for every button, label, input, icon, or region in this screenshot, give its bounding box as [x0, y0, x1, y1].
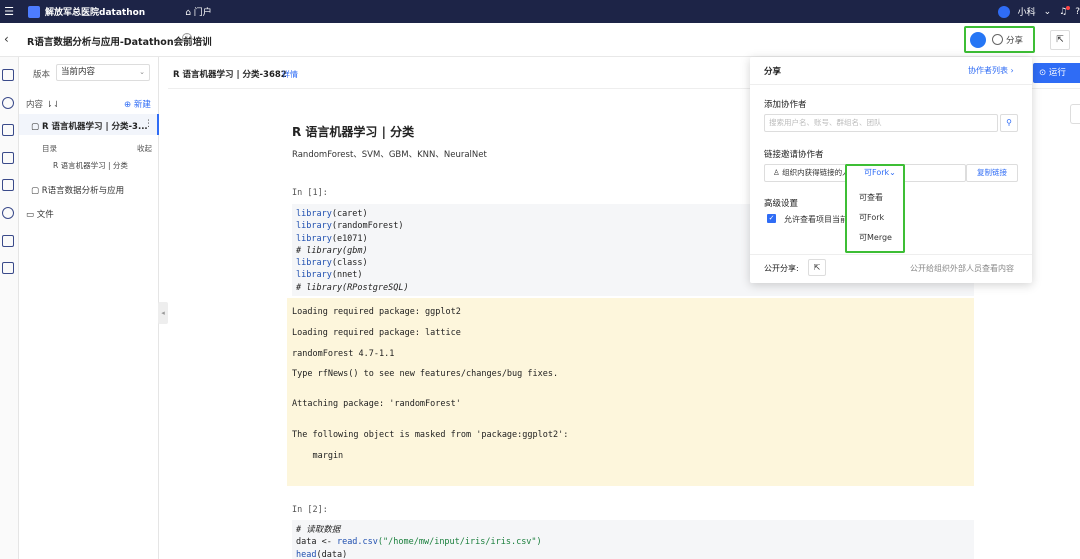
- output-line: The following object is masked from 'pac…: [292, 430, 569, 440]
- run-label: 运行: [1048, 68, 1066, 78]
- output-cell: Loading required package: ggplot2 Loadin…: [287, 298, 974, 486]
- user-avatar[interactable]: [997, 5, 1010, 18]
- output-line: Loading required package: lattice: [292, 328, 461, 338]
- code-line: head(data): [296, 549, 348, 559]
- divider: [750, 84, 1032, 85]
- link-invite-label: 链接邀请协作者: [764, 150, 824, 160]
- public-share-icon[interactable]: ⇱: [808, 259, 826, 276]
- share-button[interactable]: 分享: [992, 34, 1023, 46]
- notebook-title: R 语言机器学习 | 分类-3682: [173, 70, 287, 80]
- sidebar: 版本 当前内容 ⌄ 内容 ⇂⇃ ⊕ 新建 ▢ R 语言机器学习 | 分类-3..…: [19, 57, 159, 559]
- cell-prompt: In [1]:: [292, 188, 328, 198]
- chevron-down-icon: ⌄: [139, 68, 145, 76]
- external-link-icon[interactable]: ⇱: [1050, 30, 1070, 50]
- version-label: 版本: [33, 70, 51, 80]
- share-highlight: 分享: [964, 26, 1035, 53]
- code-cell[interactable]: # 读取数据 data <- read.csv("/home/mw/input/…: [292, 520, 974, 559]
- output-line: randomForest 4.7-1.1: [292, 349, 395, 359]
- user-name[interactable]: 小科: [1018, 5, 1036, 18]
- version-value: 当前内容: [61, 67, 96, 77]
- brand-name: 解放军总医院datathon: [45, 8, 146, 18]
- file-icon[interactable]: [2, 152, 14, 164]
- permission-option-merge[interactable]: 可Merge: [859, 232, 892, 243]
- share-nodes-icon[interactable]: [2, 235, 14, 247]
- permission-option-fork[interactable]: 可Fork: [859, 212, 884, 223]
- person-icon: [992, 34, 1003, 45]
- sidebar-item-notebook-2[interactable]: ▢ R语言数据分析与应用: [31, 184, 124, 196]
- collaborator-avatar[interactable]: [970, 31, 986, 48]
- code-comment: # 读取数据: [296, 525, 341, 535]
- portal-label: 门户: [193, 8, 212, 18]
- toc-label: 目录: [42, 144, 57, 153]
- permission-select[interactable]: 可Fork⌄: [845, 164, 905, 180]
- add-collaborator-label: 添加协作者: [764, 100, 807, 110]
- permission-selected: 可Fork: [864, 168, 890, 177]
- left-rail: [0, 57, 19, 559]
- output-line: Attaching package: 'randomForest': [292, 399, 461, 409]
- content-label: 内容 ⇂⇃: [26, 100, 60, 110]
- share-label: 分享: [1006, 35, 1024, 46]
- logo-icon: [28, 5, 40, 18]
- allow-view-checkbox[interactable]: ✓: [767, 214, 776, 223]
- collaborator-list-link[interactable]: 协作者列表 ›: [968, 65, 1014, 76]
- help-icon[interactable]: ?: [1075, 7, 1080, 17]
- panel-title: 分享: [764, 67, 782, 77]
- collaborator-search-input[interactable]: 搜索用户名、账号、群组名、团队: [764, 114, 998, 132]
- sidebar-item-notebook-1[interactable]: ▢ R 语言机器学习 | 分类-3...: [31, 120, 148, 132]
- allow-view-label: 允许查看项目当前: [784, 215, 848, 224]
- right-edge-tab[interactable]: [1070, 104, 1080, 124]
- sidebar-collapse-handle[interactable]: ◂: [158, 302, 168, 324]
- target-icon[interactable]: [2, 207, 14, 219]
- public-share-label: 公开分享:: [764, 264, 799, 273]
- chevron-down-icon[interactable]: ⌄: [1044, 7, 1052, 17]
- output-line: margin: [292, 451, 344, 461]
- chip-icon[interactable]: [2, 124, 14, 136]
- files-label: 文件: [36, 210, 54, 220]
- cell-prompt: In [2]:: [292, 505, 328, 515]
- permission-option-view[interactable]: 可查看: [859, 192, 883, 203]
- page-header: ‹ R语言数据分析与应用-Datathon会前培训 i: [0, 23, 1080, 57]
- notification-dot: [1066, 5, 1071, 10]
- version-select[interactable]: 当前内容 ⌄: [56, 64, 150, 81]
- person-search-icon[interactable]: ⚲: [1000, 114, 1018, 132]
- portal-link[interactable]: ⌂ 门户: [185, 5, 212, 18]
- public-share-hint: 公开给组织外部人员查看内容: [910, 264, 1014, 273]
- markdown-title: R 语言机器学习 | 分类: [292, 125, 415, 139]
- new-label: 新建: [133, 100, 151, 110]
- code-line: data <- read.csv("/home/mw/input/iris/ir…: [296, 537, 542, 548]
- info-icon[interactable]: i: [182, 33, 192, 43]
- output-line: Loading required package: ggplot2: [292, 307, 461, 317]
- bell-icon[interactable]: ♫: [1059, 5, 1071, 17]
- sidebar-item-files[interactable]: ▭ 文件: [26, 208, 54, 220]
- back-icon[interactable]: ‹: [4, 32, 9, 46]
- link-scope-text: 组织内获得链接的人: [782, 168, 850, 177]
- divider: [750, 254, 1032, 255]
- new-button[interactable]: ⊕ 新建: [124, 98, 151, 110]
- run-button[interactable]: ⊙ 运行: [1033, 63, 1080, 83]
- notebook-icon[interactable]: [2, 69, 14, 81]
- more-icon[interactable]: ⋮: [144, 119, 153, 129]
- chevron-down-icon: ⌄: [889, 168, 896, 177]
- advanced-settings-label: 高级设置: [764, 199, 799, 209]
- output-line: Type rfNews() to see new features/change…: [292, 369, 559, 379]
- detail-link[interactable]: 详情: [282, 69, 298, 80]
- toc-item[interactable]: R 语言机器学习 | 分类: [53, 160, 128, 171]
- code-comment: # library(RPostgreSQL): [296, 282, 409, 293]
- database-icon[interactable]: [2, 97, 14, 109]
- top-bar: ☰ 解放军总医院datathon ⌂ 门户 小科 ⌄ ♫ ?: [0, 0, 1080, 23]
- sidebar-item-label: R 语言机器学习 | 分类-3...: [42, 122, 148, 132]
- permission-menu: 可查看 可Fork 可Merge: [845, 180, 905, 253]
- menu-icon[interactable]: ☰: [0, 5, 18, 18]
- collapse-button[interactable]: 收起: [137, 143, 152, 154]
- play-icon[interactable]: [2, 179, 14, 191]
- sidebar-item-label: R语言数据分析与应用: [41, 186, 125, 196]
- branch-icon[interactable]: [2, 262, 14, 274]
- markdown-subtitle: RandomForest、SVM、GBM、KNN、NeuralNet: [292, 150, 487, 160]
- copy-link-button[interactable]: 复制链接: [966, 164, 1018, 182]
- topbar-right: 小科 ⌄ ♫ ?: [997, 0, 1080, 23]
